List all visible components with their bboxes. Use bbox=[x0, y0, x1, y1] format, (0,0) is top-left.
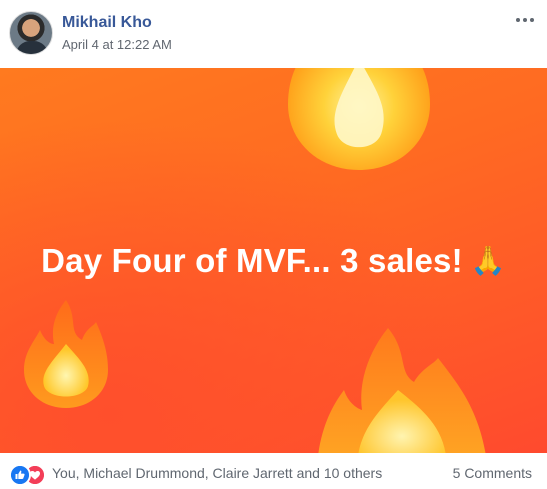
fire-icon bbox=[288, 68, 430, 170]
post-footer: You, Michael Drummond, Claire Jarrett an… bbox=[0, 453, 547, 489]
banner-message: Day Four of MVF... 3 sales! bbox=[41, 242, 463, 279]
author-name[interactable]: Mikhail Kho bbox=[62, 14, 152, 32]
banner-text: Day Four of MVF... 3 sales! 🙏 bbox=[0, 242, 547, 280]
post-banner: Day Four of MVF... 3 sales! 🙏 bbox=[0, 68, 547, 453]
post-card: Mikhail Kho April 4 at 12:22 AM Day Four… bbox=[0, 0, 547, 489]
fire-icon bbox=[318, 328, 486, 453]
fire-icon bbox=[24, 300, 108, 408]
praying-hands-icon: 🙏 bbox=[470, 245, 506, 276]
comments-count-link[interactable]: 5 Comments bbox=[453, 465, 532, 481]
post-timestamp[interactable]: April 4 at 12:22 AM bbox=[62, 37, 172, 52]
ellipsis-icon[interactable] bbox=[512, 8, 538, 32]
avatar[interactable] bbox=[9, 11, 53, 55]
reactions-summary[interactable]: You, Michael Drummond, Claire Jarrett an… bbox=[52, 465, 382, 481]
reaction-icons[interactable] bbox=[9, 464, 49, 486]
post-header: Mikhail Kho April 4 at 12:22 AM bbox=[0, 0, 547, 68]
like-icon bbox=[9, 464, 31, 486]
